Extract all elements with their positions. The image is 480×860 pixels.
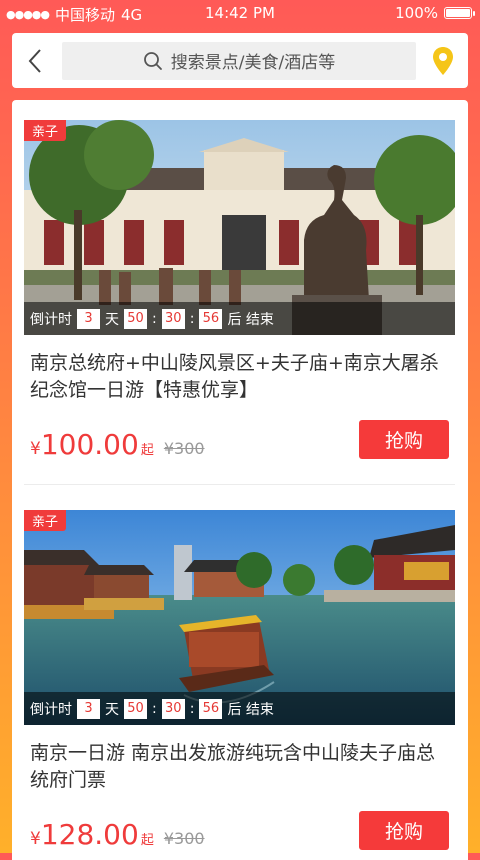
sale-price: 128.00 xyxy=(40,818,139,851)
countdown-label: 倒计时 xyxy=(30,701,72,718)
countdown-separator: : xyxy=(189,310,195,327)
card-divider xyxy=(24,484,455,485)
battery-icon xyxy=(444,7,475,19)
search-icon xyxy=(143,51,162,70)
product-list: 亲子 倒计时 3 天 50 : 30 : 56 后 结束 南京总统府+中山陵风景… xyxy=(12,100,468,860)
location-pin-icon xyxy=(433,46,453,75)
countdown-day-label: 天 xyxy=(105,701,119,718)
currency-symbol: ¥ xyxy=(30,439,41,459)
product-title[interactable]: 南京一日游 南京出发旅游纯玩含中山陵夫子庙总统府门票 xyxy=(30,740,450,794)
countdown-separator: : xyxy=(152,310,157,327)
price-row: ¥ 128.00 起 ¥300 xyxy=(30,818,205,851)
product-card[interactable]: 亲子 倒计时 3 天 50 : 30 : 56 后 结束 南京一日游 南京出发旅… xyxy=(12,510,468,860)
original-price: ¥300 xyxy=(163,439,205,458)
countdown-seconds: 56 xyxy=(199,698,223,719)
sale-price: 100.00 xyxy=(40,428,139,461)
product-card[interactable]: 亲子 倒计时 3 天 50 : 30 : 56 后 结束 南京总统府+中山陵风景… xyxy=(12,120,468,485)
search-input[interactable]: 搜索景点/美食/酒店等 xyxy=(62,41,416,80)
price-from-label: 起 xyxy=(140,833,154,848)
category-tag: 亲子 xyxy=(24,120,67,141)
original-price: ¥300 xyxy=(163,829,205,848)
countdown-minutes: 30 xyxy=(161,308,185,329)
countdown-days: 3 xyxy=(77,308,100,329)
currency-symbol: ¥ xyxy=(30,829,41,849)
status-time: 14:42 PM xyxy=(205,4,275,22)
countdown-hours: 50 xyxy=(124,698,147,719)
countdown-separator: : xyxy=(189,700,195,717)
product-title[interactable]: 南京总统府+中山陵风景区+夫子庙+南京大屠杀纪念馆一日游【特惠优享】 xyxy=(30,350,450,404)
price-row: ¥ 100.00 起 ¥300 xyxy=(30,428,205,461)
countdown-suffix: 后 结束 xyxy=(227,701,274,718)
countdown-minutes: 30 xyxy=(161,698,185,719)
search-placeholder: 搜索景点/美食/酒店等 xyxy=(170,53,336,73)
back-arrow-icon xyxy=(28,48,41,73)
price-from-label: 起 xyxy=(140,443,154,458)
product-photo-qinhuai-river[interactable]: 亲子 倒计时 3 天 50 : 30 : 56 后 结束 xyxy=(24,510,455,725)
countdown-bar: 倒计时 3 天 50 : 30 : 56 后 结束 xyxy=(24,302,455,335)
back-button[interactable] xyxy=(20,46,50,76)
buy-button[interactable]: 抢购 xyxy=(359,811,449,850)
buy-button[interactable]: 抢购 xyxy=(359,420,449,459)
top-search-header: 搜索景点/美食/酒店等 xyxy=(12,33,468,88)
category-tag: 亲子 xyxy=(24,510,67,531)
countdown-hours: 50 xyxy=(124,308,147,329)
battery-percent: 100% xyxy=(395,4,438,22)
countdown-label: 倒计时 xyxy=(30,311,72,328)
countdown-days: 3 xyxy=(77,698,100,719)
countdown-suffix: 后 结束 xyxy=(227,311,274,328)
status-bar: ●●●●● 中国移动 4G 14:42 PM 100% xyxy=(0,0,480,28)
location-button[interactable] xyxy=(430,46,456,76)
countdown-seconds: 56 xyxy=(199,308,223,329)
countdown-day-label: 天 xyxy=(105,311,119,328)
countdown-separator: : xyxy=(152,700,157,717)
countdown-bar: 倒计时 3 天 50 : 30 : 56 后 结束 xyxy=(24,692,455,725)
product-photo-presidential-palace[interactable]: 亲子 倒计时 3 天 50 : 30 : 56 后 结束 xyxy=(24,120,455,335)
